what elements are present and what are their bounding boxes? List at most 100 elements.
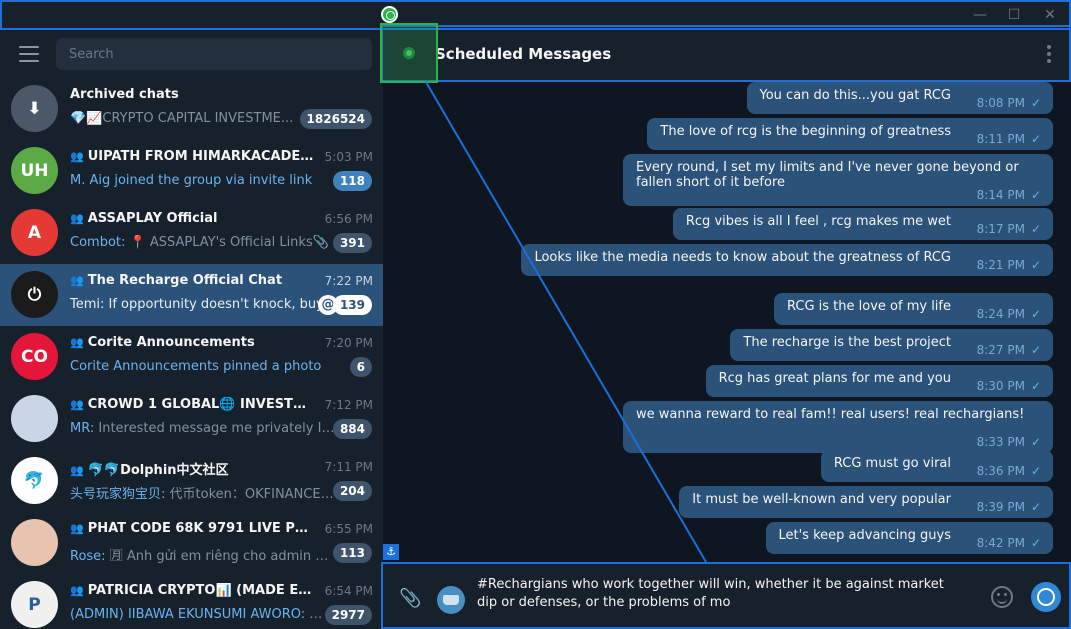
unread-badge: 391 [332, 233, 372, 253]
message-bubble[interactable]: The recharge is the best project 8:27 PM ✓ [730, 329, 1053, 361]
avatar: 🐬 [11, 457, 58, 504]
schedule-send-button[interactable] [1031, 582, 1061, 612]
message-time: 8:33 PM [976, 435, 1025, 449]
message-text: The love of rcg is the beginning of grea… [660, 124, 951, 139]
message-bubble[interactable]: Looks like the media needs to know about… [521, 244, 1053, 276]
chat-list-sidebar: ⬇ Archived chats 💎📈CRYPTO CAPITAL INVESTME… [0, 30, 383, 629]
chat-name: 🐬🐬Dolphin中文社区 [87, 463, 229, 478]
avatar [11, 395, 58, 442]
preview-sender: Combot: [70, 235, 126, 250]
message-bubble[interactable]: Rcg has great plans for me and you 8:30 P… [705, 365, 1053, 397]
attach-icon[interactable]: 📎 [399, 588, 421, 609]
check-icon: ✓ [1030, 464, 1041, 478]
chat-time: 7:22 PM [324, 274, 373, 288]
group-icon: 👥 [70, 274, 84, 287]
target-icon [381, 6, 398, 23]
message-text: Looks like the media needs to know about… [534, 250, 951, 265]
chat-preview: Rose: 🈷 Anh gửi em riêng cho admin sdt v… [70, 545, 335, 564]
group-icon: 👥 [70, 464, 84, 477]
chat-name: UIPATH FROM HIMARKACADEMY.C... [87, 149, 315, 164]
preview-sender: (ADMIN) IIBAWA EKUNSUMI AWORO: [70, 607, 306, 622]
avatar: CO [11, 333, 58, 380]
group-icon: 👥 [70, 398, 84, 411]
message-time: 8:21 PM [976, 258, 1025, 272]
message-time: 8:36 PM [976, 464, 1025, 478]
chat-item[interactable]: UH 👥UIPATH FROM HIMARKACADEMY.C... 5:03 PM… [0, 140, 383, 202]
emoji-icon[interactable] [991, 586, 1013, 608]
check-icon: ✓ [1030, 536, 1041, 550]
preview-sender: Corite Announcements pinned a photo [70, 359, 322, 374]
chat-preview: (ADMIN) IIBAWA EKUNSUMI AWORO: 🟢 ... [70, 607, 335, 622]
minimize-button[interactable]: — [971, 6, 989, 24]
preview-sender: Rose: [70, 549, 106, 564]
message-composer: 📎 #Rechargians who work together will wi… [383, 562, 1071, 629]
preview-sender: M. Aig joined the group via invite link [70, 173, 313, 188]
chat-time: 6:54 PM [324, 584, 373, 598]
chat-item[interactable]: CO 👥 Corite Announcements 7:20 PM Corite Ann… [0, 326, 383, 388]
chat-name: Corite Announcements [87, 335, 255, 350]
group-icon: 👥 [70, 522, 84, 535]
check-icon: ✓ [1030, 435, 1041, 449]
close-button[interactable]: ✕ [1041, 6, 1059, 24]
unread-badge: 6 [349, 357, 372, 377]
message-text: RCG is the love of my life [787, 299, 951, 314]
message-bubble[interactable]: Let's keep advancing guys 8:42 PM ✓ [765, 522, 1053, 554]
send-as-avatar[interactable] [437, 586, 465, 614]
search-input[interactable] [56, 38, 372, 70]
unread-badge: 1826524 [299, 109, 372, 129]
anchor-icon: ⚓ [383, 544, 399, 560]
chat-preview: M. Aig joined the group via invite link [70, 173, 335, 188]
check-icon: ✓ [1030, 307, 1041, 321]
avatar: UH [11, 147, 58, 194]
chat-preview: 头号玩家狗宝贝: 代币token：OKFINANCE什... [70, 483, 335, 502]
message-input[interactable]: #Rechargians who work together will win,… [477, 576, 967, 612]
chat-item[interactable]: ⏻ 👥 The Recharge Official Chat 7:22 PM Temi:… [0, 264, 383, 326]
preview-text: 📍 ASSAPLAY's Official Links📎 [125, 235, 329, 250]
message-text: Let's keep advancing guys [778, 528, 952, 543]
chat-name: The Recharge Official Chat [87, 273, 283, 288]
more-options-icon[interactable] [1047, 45, 1051, 63]
message-bubble[interactable]: You can do this...you gat RCG 8:08 PM ✓ [746, 82, 1053, 114]
preview-text: 💎📈CRYPTO CAPITAL INVESTME... [70, 111, 294, 126]
avatar [11, 519, 58, 566]
chat-item[interactable]: 👥 CROWD 1 GLOBAL🌐 INVESTME... 7:12 PM MR: I… [0, 388, 383, 450]
chat-time: 5:03 PM [324, 150, 373, 164]
group-icon: 👥 [70, 336, 84, 349]
chat-item[interactable]: P 👥PATRICIA CRYPTO📊 (MADE EASY)... 6:54 PM… [0, 574, 383, 629]
chat-item[interactable]: 🐬 👥 🐬🐬Dolphin中文社区 7:11 PM 头号玩家狗宝贝: 代币token：O… [0, 450, 383, 512]
message-text: The recharge is the best project [743, 335, 951, 350]
message-bubble[interactable]: Every round, I set my limits and I've ne… [623, 154, 1053, 206]
preview-text: Interested message me privately Inter... [94, 421, 335, 436]
preview-sender: 头号玩家狗宝贝: [70, 487, 166, 502]
archived-chats-item[interactable]: ⬇ Archived chats 💎📈CRYPTO CAPITAL INVESTME… [0, 78, 383, 140]
message-text: Rcg has great plans for me and you [718, 371, 951, 386]
chat-item[interactable]: 👥 PHÁT CODE 68K 9791 LIVE PH... 6:55 PM Ros… [0, 512, 383, 574]
preview-sender: MR: [70, 421, 95, 436]
check-icon: ✓ [1030, 222, 1041, 236]
maximize-button[interactable]: ☐ [1005, 6, 1023, 24]
chat-item[interactable]: A 👥 ASSAPLAY Official 6:56 PM Combot: 📍 ASSA… [0, 202, 383, 264]
chat-preview: Combot: 📍 ASSAPLAY's Official Links📎 [70, 235, 335, 250]
avatar: ⏻ [11, 271, 58, 318]
message-bubble[interactable]: Rcg vibes is all I feel , rcg makes me w… [672, 208, 1053, 240]
message-bubble[interactable]: It must be well-known and very popular 8:… [679, 486, 1053, 518]
message-time: 8:30 PM [976, 379, 1025, 393]
chat-preview: Temi: If opportunity doesn't knock, buy.… [70, 297, 335, 312]
chat-header: Scheduled Messages [383, 30, 1071, 80]
chat-preview: Corite Announcements pinned a photo [70, 359, 335, 374]
message-list: You can do this...you gat RCG 8:08 PM ✓ The… [383, 80, 1071, 560]
message-time: 8:11 PM [976, 132, 1025, 146]
message-text: we wanna reward to real fam!! real users… [636, 407, 1025, 422]
chat-time: 6:56 PM [324, 212, 373, 226]
message-bubble[interactable]: RCG must go viral 8:36 PM ✓ [820, 450, 1053, 482]
avatar: ⬇ [11, 85, 58, 132]
message-time: 8:24 PM [976, 307, 1025, 321]
message-bubble[interactable]: RCG is the love of my life 8:24 PM ✓ [774, 293, 1053, 325]
menu-icon[interactable] [19, 46, 39, 62]
message-time: 8:17 PM [976, 222, 1025, 236]
message-time: 8:27 PM [976, 343, 1025, 357]
unread-badge: 139 [332, 295, 372, 315]
message-bubble[interactable]: we wanna reward to real fam!! real users… [623, 401, 1053, 453]
message-bubble[interactable]: The love of rcg is the beginning of grea… [647, 118, 1053, 150]
group-icon: 👥 [70, 584, 84, 597]
